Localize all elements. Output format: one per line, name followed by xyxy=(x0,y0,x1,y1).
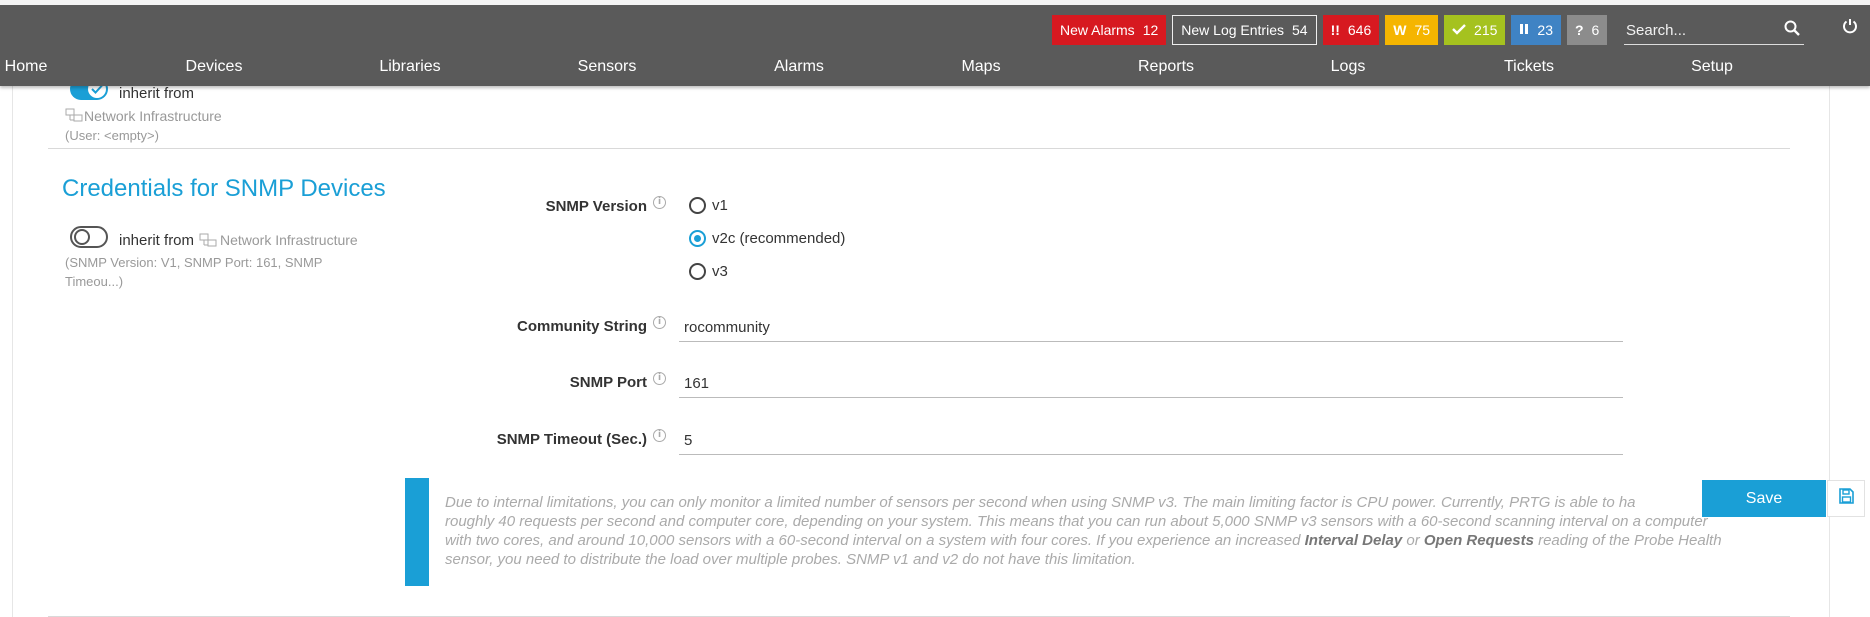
unknown-count: 6 xyxy=(1591,22,1600,38)
save-button[interactable]: Save xyxy=(1702,480,1826,517)
top-stripe xyxy=(0,0,1870,5)
snmp-version-label: SNMP Version i xyxy=(545,196,666,215)
community-string-field-wrap xyxy=(679,313,1623,342)
radio-v1[interactable]: v1 xyxy=(689,197,728,214)
new-alarms-badge[interactable]: New Alarms 12 xyxy=(1052,15,1167,45)
unknown-icon: ? xyxy=(1574,22,1584,38)
network-group-icon xyxy=(199,233,217,252)
snmp-port-label-text: SNMP Port xyxy=(569,374,647,391)
nav-sensors[interactable]: Sensors xyxy=(578,58,637,76)
warning-icon: W xyxy=(1393,22,1407,38)
paused-sensors-badge[interactable]: 23 xyxy=(1511,15,1561,45)
new-alarms-count: 12 xyxy=(1142,22,1159,38)
nav-alarms[interactable]: Alarms xyxy=(774,58,824,76)
community-string-input[interactable] xyxy=(679,313,1623,341)
network-group-icon xyxy=(65,108,83,127)
snmp-port-field-wrap xyxy=(679,369,1623,398)
radio-circle xyxy=(689,197,706,214)
info-icon[interactable]: i xyxy=(653,429,666,442)
new-log-entries-badge[interactable]: New Log Entries 54 xyxy=(1172,15,1317,45)
unknown-sensors-badge[interactable]: ? 6 xyxy=(1566,15,1608,45)
up-count: 215 xyxy=(1474,22,1498,38)
radio-v3[interactable]: v3 xyxy=(689,263,728,280)
radio-v2c-label: v2c (recommended) xyxy=(712,230,846,247)
top-bar: New Alarms 12 New Log Entries 54 !! 646 … xyxy=(0,0,1870,86)
nav-logs[interactable]: Logs xyxy=(1331,58,1366,76)
nav-reports[interactable]: Reports xyxy=(1138,58,1194,76)
new-alarms-label: New Alarms xyxy=(1060,22,1135,38)
prev-inherit-summary: (User: <empty>) xyxy=(65,128,159,143)
search-input[interactable] xyxy=(1624,20,1778,40)
radio-circle-selected xyxy=(689,230,706,247)
floppy-disk-icon xyxy=(1838,488,1854,509)
nav-libraries[interactable]: Libraries xyxy=(379,58,440,76)
warning-sensors-badge[interactable]: W 75 xyxy=(1385,15,1439,45)
note-bold-open-requests: Open Requests xyxy=(1423,532,1534,549)
search-icon[interactable] xyxy=(1784,20,1800,41)
snmp-port-input[interactable] xyxy=(679,369,1623,397)
radio-circle xyxy=(689,263,706,280)
note-or: or xyxy=(1402,532,1424,549)
check-icon xyxy=(1452,22,1466,38)
down-count: 646 xyxy=(1347,22,1372,38)
radio-v2c[interactable]: v2c (recommended) xyxy=(689,230,845,247)
warning-count: 75 xyxy=(1414,22,1431,38)
note-bold-interval-delay: Interval Delay xyxy=(1304,532,1403,549)
snmp-inherit-summary-2: Timeou...) xyxy=(65,274,124,289)
note-accent-bar xyxy=(405,478,429,586)
toggle-knob xyxy=(74,229,90,245)
info-icon[interactable]: i xyxy=(653,316,666,329)
section-divider xyxy=(48,148,1790,149)
save-icon-button[interactable] xyxy=(1827,480,1865,517)
paused-count: 23 xyxy=(1537,22,1553,38)
nav-tickets[interactable]: Tickets xyxy=(1504,58,1554,76)
note-text-1: Due to internal limitations, you can onl… xyxy=(445,494,1636,511)
info-icon[interactable]: i xyxy=(653,372,666,385)
community-string-label: Community String i xyxy=(517,316,666,335)
nav-home[interactable]: Home xyxy=(5,58,48,76)
snmp-timeout-field-wrap xyxy=(679,426,1623,455)
card-edge-right xyxy=(1829,86,1830,617)
snmp-v3-note: Due to internal limitations, you can onl… xyxy=(445,493,1735,569)
snmp-inherit-toggle[interactable] xyxy=(70,226,108,248)
card-edge-left xyxy=(12,86,13,617)
down-icon: !! xyxy=(1330,22,1340,38)
status-badges: New Alarms 12 New Log Entries 54 !! 646 … xyxy=(1052,15,1608,45)
nav-setup[interactable]: Setup xyxy=(1691,58,1733,76)
snmp-version-label-text: SNMP Version xyxy=(545,198,647,215)
snmp-inherit-label: inherit from xyxy=(119,232,195,249)
snmp-inherit-summary-1: (SNMP Version: V1, SNMP Port: 161, SNMP xyxy=(65,255,323,270)
up-sensors-badge[interactable]: 215 xyxy=(1444,15,1506,45)
snmp-port-label: SNMP Port i xyxy=(569,372,666,391)
snmp-timeout-label: SNMP Timeout (Sec.) i xyxy=(496,429,666,448)
section-title: Credentials for SNMP Devices xyxy=(62,175,386,202)
down-sensors-badge[interactable]: !! 646 xyxy=(1322,15,1380,45)
radio-v3-label: v3 xyxy=(712,263,728,280)
logout-power-icon[interactable] xyxy=(1842,18,1858,39)
community-string-label-text: Community String xyxy=(517,318,647,335)
new-log-entries-count: 54 xyxy=(1291,22,1308,38)
snmp-timeout-input[interactable] xyxy=(679,426,1623,454)
pause-icon xyxy=(1519,22,1529,38)
prev-inherit-source[interactable]: Network Infrastructure xyxy=(84,108,222,124)
nav-maps[interactable]: Maps xyxy=(961,58,1000,76)
search-box xyxy=(1624,16,1804,45)
radio-v1-label: v1 xyxy=(712,197,728,214)
snmp-timeout-label-text: SNMP Timeout (Sec.) xyxy=(496,431,647,448)
prev-inherit-label: inherit from xyxy=(119,85,195,102)
new-log-entries-label: New Log Entries xyxy=(1181,22,1284,38)
info-icon[interactable]: i xyxy=(653,196,666,209)
snmp-inherit-source[interactable]: Network Infrastructure xyxy=(220,232,358,248)
nav-devices[interactable]: Devices xyxy=(186,58,243,76)
main-nav: Home Devices Libraries Sensors Alarms Ma… xyxy=(0,58,1870,80)
